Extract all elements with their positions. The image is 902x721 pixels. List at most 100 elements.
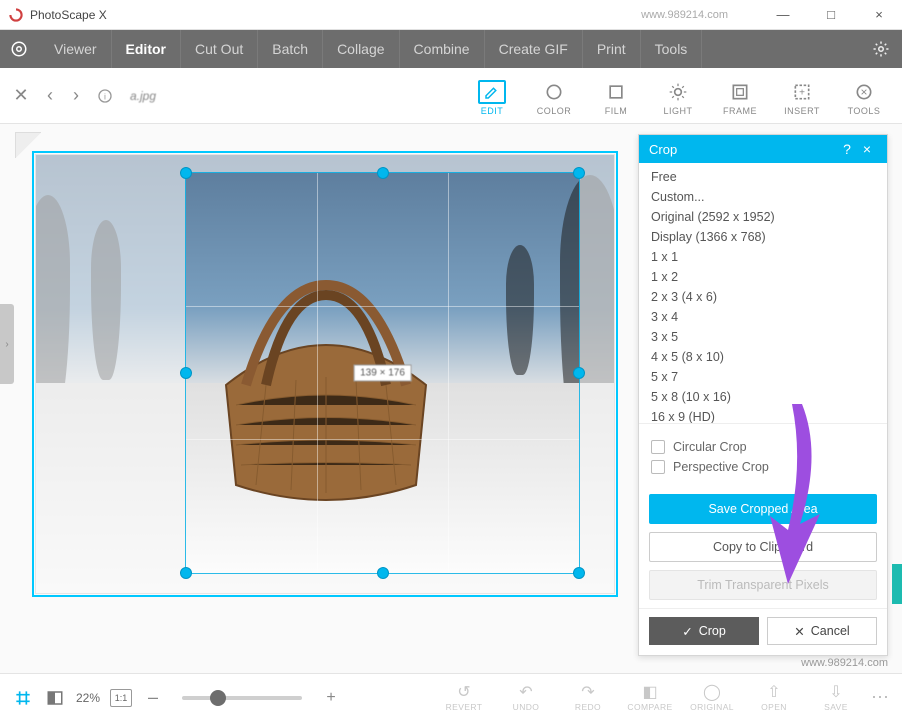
svg-text:i: i [104,91,106,101]
window-maximize-button[interactable]: □ [816,4,846,26]
tab-creategif[interactable]: Create GIF [485,30,583,68]
settings-gear-icon[interactable] [866,40,896,58]
check-icon: ✓ [682,624,692,639]
ratio-original[interactable]: Original (2592 x 1952) [639,207,887,227]
side-panel-handle[interactable]: › [0,304,14,384]
open-button[interactable]: ⇧OPEN [746,683,802,712]
undo-icon: ↶ [519,683,532,701]
tool-light[interactable]: LIGHT [650,76,706,116]
ratio-free[interactable]: Free [639,167,887,187]
ratio-5x8[interactable]: 5 x 8 (10 x 16) [639,387,887,407]
tab-combine[interactable]: Combine [400,30,485,68]
crop-confirm-button[interactable]: ✓ Crop [649,617,759,645]
svg-text:+: + [799,87,805,98]
redo-button[interactable]: ↷REDO [560,683,616,712]
bottom-toolbar: 22% 1:1 – + ↺REVERT ↶UNDO ↷REDO ◧COMPARE… [0,673,902,721]
save-button[interactable]: ⇩SAVE [808,683,864,712]
ratio-3x4[interactable]: 3 x 4 [639,307,887,327]
close-file-icon[interactable]: ✕ [10,85,32,107]
ratio-1x2[interactable]: 1 x 2 [639,267,887,287]
checkbox-icon [651,440,665,454]
ratio-display[interactable]: Display (1366 x 768) [639,227,887,247]
revert-icon: ↺ [457,683,470,701]
ratio-3x5[interactable]: 3 x 5 [639,327,887,347]
tool-insert[interactable]: + INSERT [774,76,830,116]
light-icon [664,80,692,104]
tool-frame[interactable]: FRAME [712,76,768,116]
crop-handle-e[interactable] [573,367,585,379]
zoom-percent[interactable]: 22% [76,691,100,705]
crop-cancel-button[interactable]: ✕ Cancel [767,617,877,645]
perspective-crop-checkbox[interactable]: Perspective Crop [651,460,875,474]
app-title: PhotoScape X [30,8,641,22]
crop-handle-w[interactable] [180,367,192,379]
tab-editor[interactable]: Editor [112,30,181,68]
next-file-icon[interactable]: › [68,85,84,107]
revert-button[interactable]: ↺REVERT [436,683,492,712]
open-icon: ⇧ [767,683,780,701]
fit-1-1-button[interactable]: 1:1 [110,689,132,707]
close-icon: ✕ [794,624,804,639]
more-icon[interactable]: ⋯ [870,683,890,712]
zoom-out-icon[interactable]: – [142,687,164,709]
ratio-4x5[interactable]: 4 x 5 (8 x 10) [639,347,887,367]
crop-handle-n[interactable] [377,167,389,179]
trim-transparent-pixels-button: Trim Transparent Pixels [649,570,877,600]
photo-canvas[interactable] [35,154,615,594]
compare-icon: ◧ [642,683,657,701]
zoom-in-icon[interactable]: + [320,687,342,709]
tab-tools[interactable]: Tools [641,30,703,68]
app-icon [8,7,24,23]
crop-handle-sw[interactable] [180,567,192,579]
ratio-1x1[interactable]: 1 x 1 [639,247,887,267]
tool-film[interactable]: FILM [588,76,644,116]
tab-collage[interactable]: Collage [323,30,399,68]
prev-file-icon[interactable]: ‹ [42,85,58,107]
original-button[interactable]: ◯ORIGINAL [684,683,740,712]
circular-crop-checkbox[interactable]: Circular Crop [651,440,875,454]
sub-toolbar: ✕ ‹ › i a.jpg EDIT COLOR FILM LIGHT FRAM… [0,68,902,124]
tab-viewer[interactable]: Viewer [40,30,112,68]
ratio-custom[interactable]: Custom... [639,187,887,207]
workspace: › 13 [0,124,902,673]
crop-handle-s[interactable] [377,567,389,579]
save-cropped-area-button[interactable]: Save Cropped Area [649,494,877,524]
tab-print[interactable]: Print [583,30,641,68]
ratio-2x3[interactable]: 2 x 3 (4 x 6) [639,287,887,307]
tool-tools[interactable]: TOOLS [836,76,892,116]
zoom-slider-knob[interactable] [210,690,226,706]
film-icon [602,80,630,104]
filename-label: a.jpg [130,89,156,103]
window-minimize-button[interactable]: — [768,4,798,26]
ratio-16x9[interactable]: 16 x 9 (HD) [639,407,887,423]
close-panel-icon[interactable]: × [857,141,877,157]
tool-color[interactable]: COLOR [526,76,582,116]
crop-panel: Crop ? × Free Custom... Original (2592 x… [638,134,888,656]
undo-button[interactable]: ↶UNDO [498,683,554,712]
crop-panel-header: Crop ? × [639,135,887,163]
tab-batch[interactable]: Batch [258,30,323,68]
canvas-area[interactable]: 139 × 176 [20,124,630,664]
frame-icon [726,80,754,104]
compare-button[interactable]: ◧COMPARE [622,683,678,712]
crop-handle-nw[interactable] [180,167,192,179]
original-icon: ◯ [703,683,721,701]
basket-illustration [186,265,466,515]
tab-cutout[interactable]: Cut Out [181,30,258,68]
compare-split-icon[interactable] [44,687,66,709]
crop-handle-se[interactable] [573,567,585,579]
tool-edit[interactable]: EDIT [464,76,520,116]
info-icon[interactable]: i [94,85,116,107]
crop-handle-ne[interactable] [573,167,585,179]
tools-icon [850,80,878,104]
right-edge-handle[interactable] [892,564,902,604]
ratio-5x7[interactable]: 5 x 7 [639,367,887,387]
help-icon[interactable]: ? [837,141,857,157]
zoom-slider[interactable] [182,696,302,700]
ratio-list[interactable]: Free Custom... Original (2592 x 1952) Di… [639,163,887,423]
copy-to-clipboard-button[interactable]: Copy to Clipboard [649,532,877,562]
home-icon[interactable] [6,36,32,62]
crop-tool-icon[interactable] [12,687,34,709]
watermark-top: www.989214.com [641,9,728,21]
window-close-button[interactable]: × [864,4,894,26]
